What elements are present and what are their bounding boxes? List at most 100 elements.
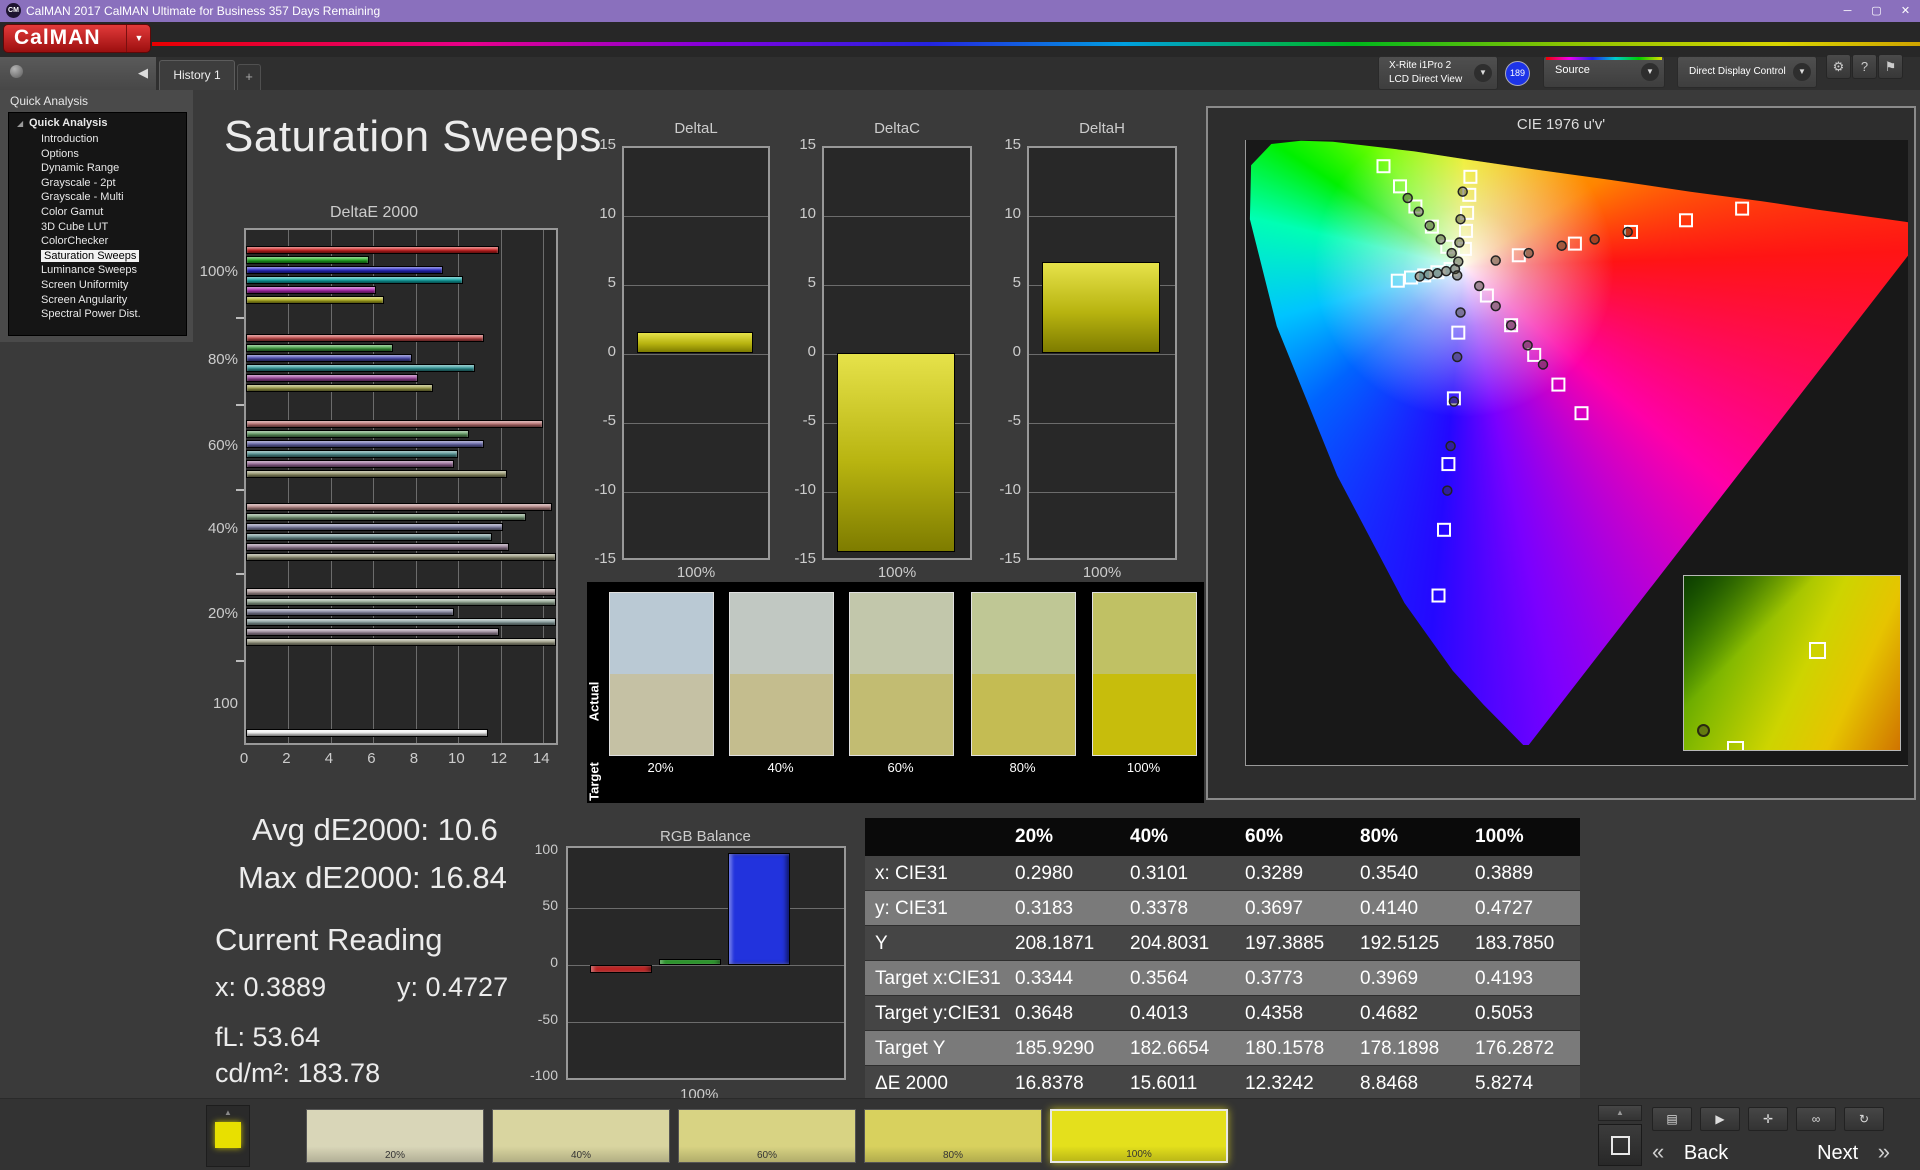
- close-button[interactable]: ✕: [1891, 0, 1920, 22]
- deltae-bar-40%-green: [246, 513, 526, 521]
- workflow-root-item[interactable]: Quick Analysis: [29, 117, 206, 131]
- pattern-button-80%[interactable]: 80%: [864, 1109, 1042, 1163]
- chevron-down-icon[interactable]: ▼: [1474, 64, 1492, 82]
- deltae-group-label: 40%: [178, 520, 238, 537]
- help-icon[interactable]: ?: [1852, 54, 1877, 79]
- table-cell: 0.3101: [1120, 856, 1235, 891]
- source-status-accent: [1546, 59, 1550, 85]
- deltae-group-label: 20%: [178, 605, 238, 622]
- workflow-dot-icon[interactable]: [10, 65, 23, 78]
- gridline: [824, 285, 970, 286]
- table-cell: 0.3697: [1235, 891, 1350, 926]
- collapse-sidebar-icon[interactable]: ◀: [138, 62, 154, 84]
- target-square-green: [1394, 180, 1406, 192]
- table-cell: 0.3773: [1235, 961, 1350, 996]
- logo-dropdown-arrow-icon[interactable]: ▼: [126, 25, 151, 52]
- table-cell: 0.3889: [1465, 856, 1580, 891]
- chevron-up-icon: ▲: [207, 1106, 249, 1120]
- transport-button-0[interactable]: ▤: [1652, 1107, 1692, 1131]
- pattern-source-swatch: [215, 1122, 241, 1148]
- table-cell: 180.1578: [1235, 1031, 1350, 1066]
- delta_h-y-tick: 0: [979, 343, 1021, 360]
- swatch-actual-40%: [730, 593, 833, 674]
- meter-line2: LCD Direct View: [1389, 74, 1462, 85]
- gridline: [624, 354, 768, 355]
- add-tab-button[interactable]: +: [237, 64, 261, 90]
- pattern-button-label: 40%: [493, 1150, 669, 1161]
- pin-icon[interactable]: ⚑: [1878, 54, 1903, 79]
- delta_h-bar: [1042, 262, 1160, 353]
- delta_h-xlabel: 100%: [1027, 564, 1177, 581]
- next-button[interactable]: Next »: [1772, 1135, 1890, 1169]
- minimize-button[interactable]: ─: [1833, 0, 1862, 22]
- sidebar-item-spectral-power-dist-[interactable]: Spectral Power Dist.: [41, 308, 218, 322]
- sidebar-item-colorchecker[interactable]: ColorChecker: [41, 235, 218, 249]
- gear-icon[interactable]: ⚙: [1826, 54, 1851, 79]
- deltae-group-label: 100%: [178, 263, 238, 280]
- pattern-source-button[interactable]: ▲: [206, 1105, 250, 1167]
- chevron-down-icon[interactable]: ▼: [1641, 63, 1659, 81]
- transport-button-2[interactable]: ✛: [1748, 1107, 1788, 1131]
- calman-logo-button[interactable]: CalMAN ▼: [3, 24, 151, 53]
- pattern-button-100%[interactable]: 100%: [1050, 1109, 1228, 1163]
- tab-history-1[interactable]: History 1: [159, 60, 235, 90]
- table-header-cell: 40%: [1120, 818, 1235, 856]
- deltae-bar-100%-red: [246, 246, 499, 254]
- delta_c-y-tick: -5: [774, 412, 816, 429]
- table-cell: 185.9290: [1005, 1031, 1120, 1066]
- pattern-button-40%[interactable]: 40%: [492, 1109, 670, 1163]
- delta_l-y-tick: 5: [574, 274, 616, 291]
- gridline: [1029, 216, 1175, 217]
- sidebar-item-screen-uniformity[interactable]: Screen Uniformity: [41, 279, 218, 293]
- sidebar-item-options[interactable]: Options: [41, 148, 218, 162]
- deltae-bar-80%-green: [246, 344, 393, 352]
- transport-button-3[interactable]: ∞: [1796, 1107, 1836, 1131]
- calman-window: CM CalMAN 2017 CalMAN Ultimate for Busin…: [0, 0, 1920, 1170]
- sidebar-item-grayscale-multi[interactable]: Grayscale - Multi: [41, 191, 218, 205]
- pattern-button-label: 20%: [307, 1150, 483, 1161]
- measurement-circle-cyan: [1424, 270, 1433, 279]
- pattern-button-20%[interactable]: 20%: [306, 1109, 484, 1163]
- current-reading-heading: Current Reading: [215, 922, 442, 958]
- chevron-down-icon[interactable]: ▼: [1793, 63, 1811, 81]
- deltae-bar-20%-cyan: [246, 618, 556, 626]
- sidebar-item-dynamic-range[interactable]: Dynamic Range: [41, 162, 218, 176]
- delta_c-y-tick: 5: [774, 274, 816, 291]
- sidebar-item-introduction[interactable]: Introduction: [41, 133, 218, 147]
- transport-button-1[interactable]: ▶: [1700, 1107, 1740, 1131]
- table-header-cell: [865, 818, 1005, 856]
- transport-button-4[interactable]: ↻: [1844, 1107, 1884, 1131]
- transport-chevron-up-button[interactable]: ▲: [1598, 1105, 1642, 1121]
- inset-shade: [1684, 576, 1900, 750]
- table-row: Target Y185.9290182.6654180.1578178.1898…: [865, 1031, 1580, 1066]
- maximize-button[interactable]: ▢: [1862, 0, 1891, 22]
- source-dropdown[interactable]: Source ▼: [1543, 56, 1665, 88]
- target-square-blue: [1433, 590, 1445, 602]
- rgb-y-tick: -50: [512, 1011, 558, 1027]
- table-row-label: Target y:CIE31: [865, 996, 1005, 1031]
- inset-measurement-circle: [1697, 724, 1710, 737]
- calman-logo-text: CalMAN: [14, 26, 101, 50]
- sidebar-item-screen-angularity[interactable]: Screen Angularity: [41, 294, 218, 308]
- deltae-bar-60%-yellow: [246, 470, 507, 478]
- deltae-bar-60%-blue: [246, 440, 484, 448]
- display-control-dropdown[interactable]: Direct Display Control ▼: [1677, 56, 1817, 88]
- sidebar-item-grayscale-2pt[interactable]: Grayscale - 2pt: [41, 177, 218, 191]
- meter-dropdown[interactable]: X-Rite i1Pro 2 LCD Direct View ▼: [1378, 56, 1498, 90]
- pattern-button-60%[interactable]: 60%: [678, 1109, 856, 1163]
- deltae-chart: [244, 228, 558, 745]
- swatch-label: 40%: [729, 760, 832, 775]
- inset-target-square: [1809, 642, 1826, 659]
- table-row-label: Y: [865, 926, 1005, 961]
- gridline: [824, 216, 970, 217]
- delta_l-y-tick: -10: [574, 481, 616, 498]
- sidebar-item-color-gamut[interactable]: Color Gamut: [41, 206, 218, 220]
- sidebar-item-saturation-sweeps[interactable]: Saturation Sweeps: [41, 250, 218, 264]
- back-button[interactable]: « Back: [1652, 1135, 1762, 1169]
- stop-button[interactable]: [1598, 1124, 1642, 1166]
- deltae-bar-80%-blue: [246, 354, 412, 362]
- table-row: Target x:CIE310.33440.35640.37730.39690.…: [865, 961, 1580, 996]
- table-cell: 0.3344: [1005, 961, 1120, 996]
- sidebar-item-3d-cube-lut[interactable]: 3D Cube LUT: [41, 221, 218, 235]
- rgb-balance-chart: [566, 846, 846, 1080]
